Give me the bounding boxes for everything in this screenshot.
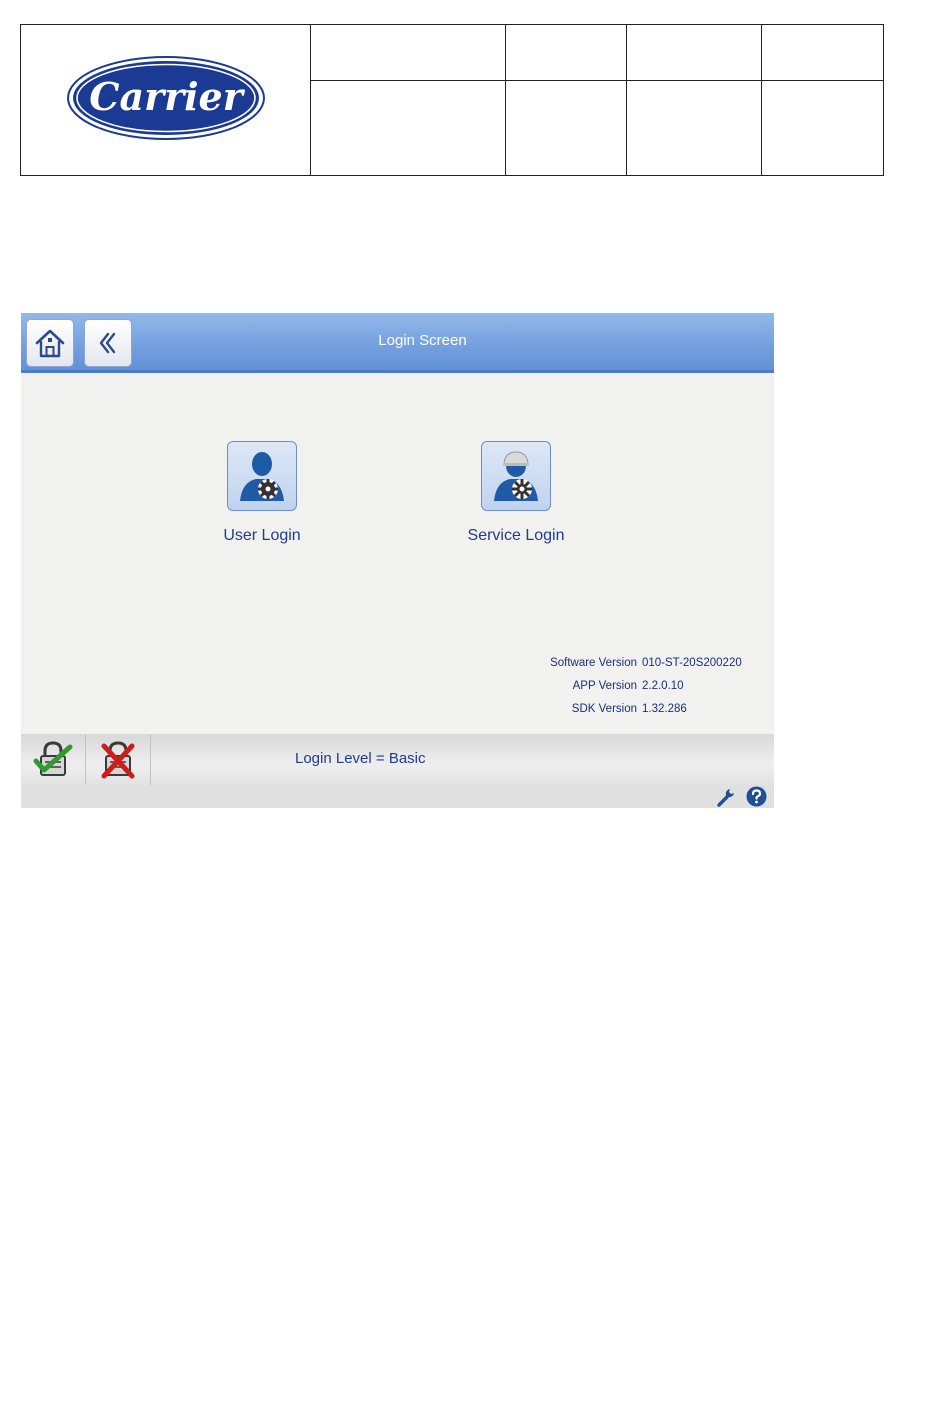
header-cell <box>761 24 884 81</box>
lock-cross-icon <box>101 740 135 778</box>
wrench-icon <box>716 788 734 807</box>
header-cell <box>310 80 506 176</box>
title-bar: Login Screen <box>21 313 774 373</box>
header-cell <box>626 80 762 176</box>
version-value: 010-ST-20S200220 <box>642 657 742 669</box>
sdk-version-row: SDK Version 1.32.286 <box>501 703 771 726</box>
version-info: Software Version 010-ST-20S200220 APP Ve… <box>501 657 771 726</box>
screen-title: Login Screen <box>378 332 467 349</box>
settings-button[interactable] <box>715 786 736 807</box>
login-button[interactable] <box>21 734 86 785</box>
service-user-gear-icon <box>481 441 551 511</box>
carrier-logo: Carrier <box>66 55 265 140</box>
logout-button[interactable] <box>86 734 151 785</box>
header-cell <box>626 24 762 81</box>
version-value: 2.2.0.10 <box>642 680 684 692</box>
version-label: SDK Version <box>571 703 637 715</box>
help-button[interactable] <box>746 786 767 807</box>
user-gear-icon <box>227 441 297 511</box>
bottom-bar: Login Level = Basic <box>21 734 774 785</box>
software-version-row: Software Version 010-ST-20S200220 <box>501 657 771 680</box>
status-bar <box>21 785 774 808</box>
login-level-text: Login Level = Basic <box>295 750 426 767</box>
help-icon <box>746 786 767 807</box>
header-cell <box>505 80 627 176</box>
document-header-table: Carrier <box>20 24 884 176</box>
user-login-button[interactable]: User Login <box>187 441 337 545</box>
service-login-button[interactable]: Service Login <box>441 441 591 545</box>
svg-text:Carrier: Carrier <box>89 74 246 119</box>
header-cell <box>505 24 627 81</box>
app-version-row: APP Version 2.2.0.10 <box>501 680 771 703</box>
lock-check-icon <box>33 740 73 776</box>
login-screen: Login Screen User Login Service Login So… <box>21 313 774 808</box>
version-label: APP Version <box>572 680 637 692</box>
service-login-label: Service Login <box>467 527 565 544</box>
logo-cell: Carrier <box>20 24 311 176</box>
version-value: 1.32.286 <box>642 703 687 715</box>
header-cell <box>761 80 884 176</box>
version-label: Software Version <box>550 657 637 669</box>
user-login-label: User Login <box>223 527 301 544</box>
header-cell <box>310 24 506 81</box>
